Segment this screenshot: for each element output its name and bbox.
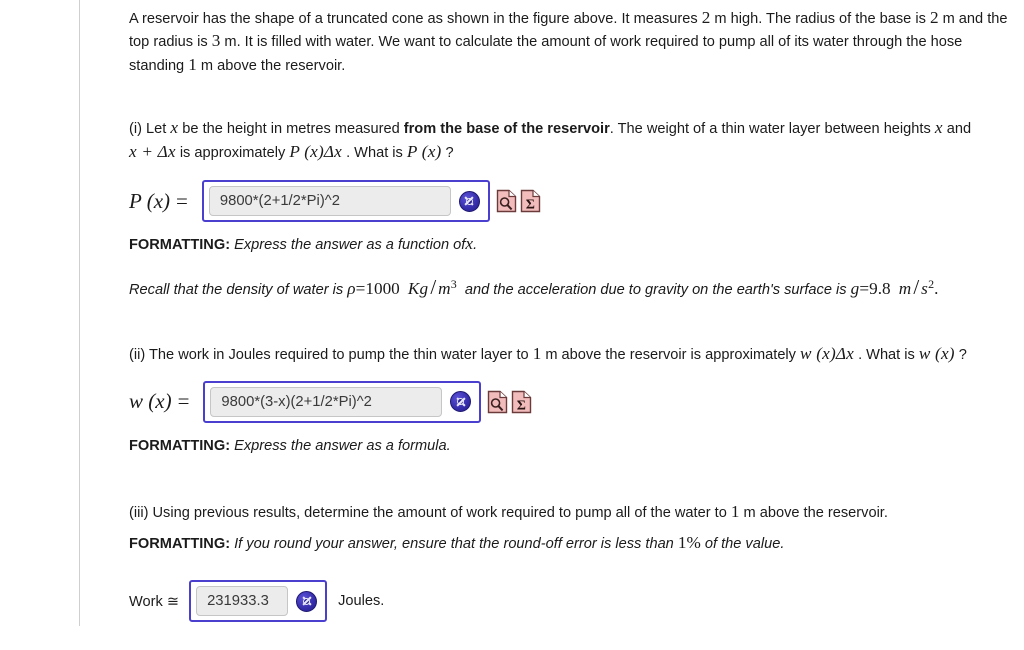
part-i-formatting-label: FORMATTING: (129, 237, 231, 254)
part-i-text-7: ? (445, 144, 454, 161)
part-i-answer-field-wrapper[interactable]: 9800*(2+1/2*Pi)^2 (201, 180, 490, 223)
recall-symbol-rho: ρ (347, 279, 356, 299)
part-iii-formatting-percent: 1% (677, 532, 701, 552)
recall-unit-m: m (438, 279, 451, 299)
part-ii-expr-w-dx: w (x)Δx (800, 344, 854, 364)
part-i-question: (i) Let x be the height in metres measur… (129, 117, 1009, 164)
part-i-text-1: (i) Let (129, 121, 167, 138)
part-ii-label-equals: = (177, 389, 190, 414)
part-ii-expr-w-of-x: w (x) (918, 344, 955, 364)
part-i-bold-phrase: from the base of the reservoir (403, 121, 610, 138)
part-ii-answer-row: w (x) = 9800*(3-x)(2+1/2*Pi)^2 Σ (129, 380, 1009, 423)
sigma-palette-icon[interactable]: Σ (511, 390, 532, 414)
recall-slash-2: / (913, 275, 920, 300)
part-i-var-x-2: x (934, 118, 943, 138)
part-i-answer-input[interactable]: 9800*(2+1/2*Pi)^2 (208, 186, 451, 217)
part-i-answer-value: 9800*(2+1/2*Pi)^2 (219, 193, 340, 210)
part-ii-answer-label: w (x) = (129, 389, 195, 414)
recall-value-gravity: 9.8 (869, 279, 891, 299)
part-i-formatting-var: x (465, 234, 474, 254)
clear-answer-badge[interactable] (450, 391, 472, 413)
recall-text-a: Recall that the density of water is (129, 282, 344, 299)
svg-text:Σ: Σ (526, 198, 535, 213)
part-ii-question: (ii) The work in Joules required to pump… (129, 343, 1009, 366)
part-i-expr-p-of-x: P (x) (406, 141, 442, 161)
intro-text-2: m high. The radius of the base is (714, 11, 926, 27)
part-i-text-3: . The weight of a thin water layer betwe… (609, 121, 931, 138)
sigma-palette-icon[interactable]: Σ (520, 189, 541, 213)
part-ii-formatting-label: FORMATTING: (129, 437, 231, 454)
part-i-text-2: be the height in metres measured (182, 121, 400, 138)
badge-core (304, 598, 310, 604)
svg-text:Σ: Σ (517, 398, 526, 413)
part-ii-tool-buttons: Σ (487, 390, 532, 414)
part-ii-answer-input[interactable]: 9800*(3-x)(2+1/2*Pi)^2 (210, 386, 443, 417)
part-ii-answer-field-wrapper[interactable]: 9800*(3-x)(2+1/2*Pi)^2 (203, 380, 482, 423)
part-iii-formatting-label: FORMATTING: (129, 535, 231, 552)
recall-equals-1: = (355, 279, 366, 299)
part-iii-answer-row: Work ≅ 231933.3 Joules. (129, 580, 1009, 623)
part-i-label-equals: = (176, 188, 188, 213)
intro-number-height: 2 (701, 8, 711, 27)
clear-answer-badge[interactable] (458, 190, 480, 212)
part-ii-text-1: (ii) The work in Joules required to pump… (129, 347, 529, 364)
preview-answer-icon[interactable] (487, 390, 508, 414)
part-ii-text-4: ? (958, 347, 967, 364)
recall-period: . (934, 279, 939, 299)
part-ii-text-2: m above the reservoir is approximately (545, 347, 796, 364)
part-i-expr-p-dx: P (x)Δx (289, 141, 343, 161)
part-iii-question: (iii) Using previous results, determine … (129, 501, 1009, 524)
part-i-expr-x-plus-dx: x + Δx (129, 141, 176, 161)
part-ii-formatting-text: Express the answer as a formula. (234, 437, 451, 454)
left-divider-rule (79, 0, 80, 626)
part-ii-label-lhs: w (x) (129, 389, 172, 414)
part-iii-text-1: (iii) Using previous results, determine … (129, 505, 727, 522)
recall-unit-m-2: m (898, 279, 912, 299)
part-i-var-x: x (170, 118, 179, 138)
part-iii-number-1: 1 (730, 502, 740, 522)
clear-answer-badge[interactable] (296, 590, 318, 612)
part-i-formatting: FORMATTING: Express the answer as a func… (129, 233, 1009, 256)
part-iii-text-2: m above the reservoir. (743, 505, 888, 522)
part-iii-formatting: FORMATTING: If you round your answer, en… (129, 532, 1009, 555)
part-i-answer-label: P (x) = (129, 189, 194, 214)
problem-page: A reservoir has the shape of a truncated… (0, 0, 1024, 650)
part-i-text-5: is approximately (179, 144, 286, 161)
part-ii-formatting: FORMATTING: Express the answer as a form… (129, 435, 1009, 457)
part-ii-number-1: 1 (532, 344, 542, 364)
problem-content: A reservoir has the shape of a truncated… (129, 0, 1009, 623)
recall-value-density: 1000 (365, 279, 400, 299)
preview-answer-icon[interactable] (496, 189, 517, 213)
part-i-formatting-text: Express the answer as a function of (234, 237, 466, 254)
recall-equals-2: = (859, 279, 870, 299)
work-units: Joules. (338, 593, 385, 610)
part-i-tool-buttons: Σ (496, 189, 541, 213)
recall-text-b: and the acceleration due to gravity on t… (464, 282, 847, 299)
part-ii-answer-value: 9800*(3-x)(2+1/2*Pi)^2 (221, 393, 372, 410)
recall-exponent-3: 3 (450, 277, 457, 292)
intro-number-base-radius: 2 (929, 8, 939, 27)
part-i-label-lhs: P (x) (129, 188, 171, 213)
problem-statement: A reservoir has the shape of a truncated… (129, 0, 1009, 77)
intro-number-hose: 1 (188, 54, 197, 74)
recall-unit-kg: Kg (407, 279, 429, 299)
badge-core (458, 399, 464, 405)
work-label: Work ≅ (129, 593, 180, 610)
part-iii-formatting-text-a: If you round your answer, ensure that th… (234, 535, 674, 552)
badge-core (466, 198, 472, 204)
work-answer-value: 231933.3 (207, 593, 269, 610)
part-ii-text-3: . What is (858, 347, 915, 364)
intro-text-5: m above the reservoir. (200, 57, 346, 74)
recall-slash-1: / (430, 275, 437, 300)
part-iii-formatting-text-b: of the value. (704, 535, 785, 552)
work-answer-input[interactable]: 231933.3 (196, 586, 289, 617)
part-i-formatting-period: . (473, 237, 478, 254)
part-i-text-6: . What is (346, 144, 403, 161)
recall-note: Recall that the density of water is ρ=10… (129, 274, 941, 303)
part-iii-answer-field-wrapper[interactable]: 231933.3 (189, 580, 328, 623)
part-i-text-4: and (946, 121, 972, 138)
part-i-answer-row: P (x) = 9800*(2+1/2*Pi)^2 Σ (129, 180, 1009, 223)
intro-number-top-radius: 3 (211, 31, 221, 51)
intro-text-1: A reservoir has the shape of a truncated… (129, 11, 698, 27)
